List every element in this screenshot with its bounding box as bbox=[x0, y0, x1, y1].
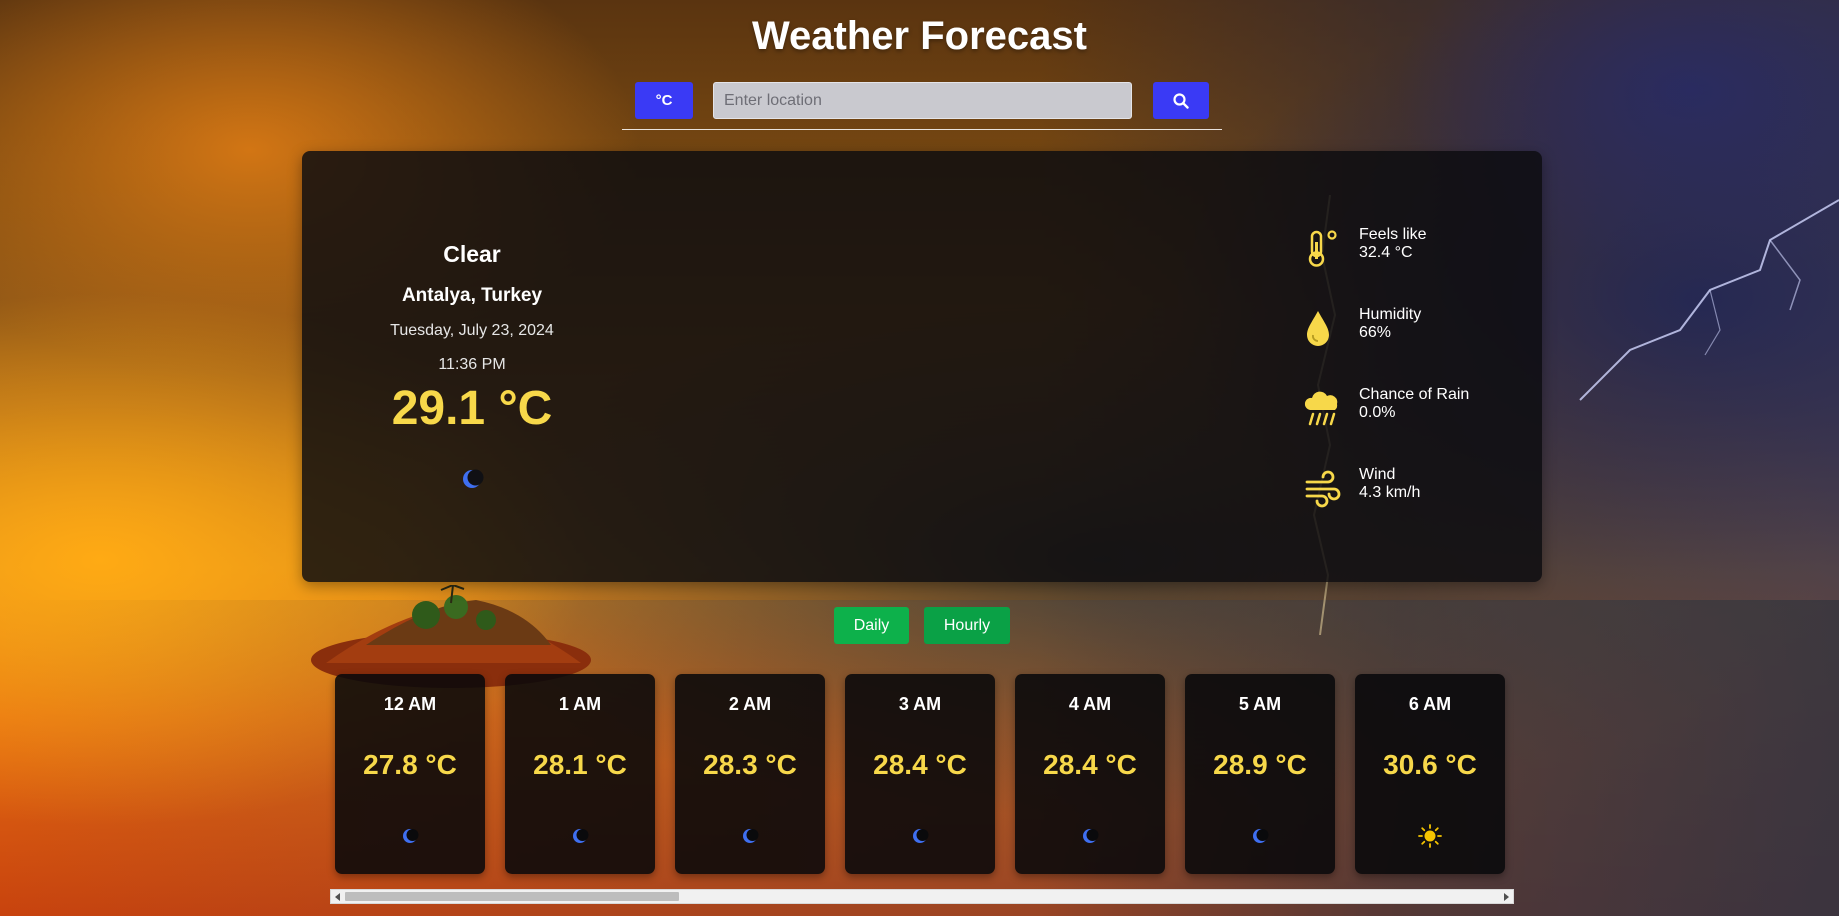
rain-cloud-icon bbox=[1304, 391, 1338, 426]
hour-label: 2 AM bbox=[728, 694, 772, 714]
moon-icon bbox=[463, 469, 484, 488]
hourly-card: 6 AM 30.6 °C bbox=[1355, 674, 1505, 874]
hour-label: 5 AM bbox=[1238, 694, 1282, 714]
hourly-forecast-button[interactable]: Hourly bbox=[924, 607, 1010, 644]
hourly-card: 3 AM 28.4 °C bbox=[845, 674, 995, 874]
detail-humidity: Humidity 66% bbox=[1304, 306, 1524, 356]
detail-value: 4.3 km/h bbox=[1359, 484, 1421, 501]
moon-icon bbox=[743, 829, 759, 843]
detail-value: 0.0% bbox=[1359, 404, 1396, 421]
detail-label: Wind bbox=[1359, 466, 1396, 483]
hourly-scrollbar[interactable] bbox=[330, 889, 1514, 904]
hour-temperature: 28.3 °C bbox=[703, 749, 797, 780]
current-time: 11:36 PM bbox=[438, 356, 506, 373]
moon-icon bbox=[403, 829, 419, 843]
hour-label: 6 AM bbox=[1408, 694, 1452, 714]
detail-label: Feels like bbox=[1359, 226, 1427, 243]
scroll-right-arrow-icon[interactable] bbox=[1499, 890, 1513, 903]
weather-condition: Clear bbox=[443, 241, 501, 267]
hour-label: 1 AM bbox=[558, 694, 602, 714]
hourly-card: 5 AM 28.9 °C bbox=[1185, 674, 1335, 874]
current-date: Tuesday, July 23, 2024 bbox=[390, 322, 554, 339]
hour-temperature: 28.9 °C bbox=[1213, 749, 1307, 780]
hourly-card: 1 AM 28.1 °C bbox=[505, 674, 655, 874]
hour-temperature: 27.8 °C bbox=[363, 749, 457, 780]
page-title: Weather Forecast bbox=[752, 14, 1087, 58]
droplet-icon bbox=[1307, 311, 1329, 346]
hour-temperature: 28.1 °C bbox=[533, 749, 627, 780]
hour-label: 4 AM bbox=[1068, 694, 1112, 714]
current-weather-card: Clear Antalya, Turkey Tuesday, July 23, … bbox=[302, 151, 1542, 582]
scroll-left-arrow-icon[interactable] bbox=[331, 890, 345, 903]
moon-icon bbox=[1253, 829, 1269, 843]
daily-forecast-button[interactable]: Daily bbox=[834, 607, 909, 644]
search-bar: °C bbox=[622, 82, 1222, 130]
hour-label: 3 AM bbox=[898, 694, 942, 714]
hourly-card: 12 AM 27.8 °C bbox=[335, 674, 485, 874]
hour-label: 12 AM bbox=[383, 694, 437, 714]
scrollbar-thumb[interactable] bbox=[345, 892, 679, 901]
moon-icon bbox=[573, 829, 589, 843]
detail-value: 32.4 °C bbox=[1359, 244, 1413, 261]
location-search-input[interactable] bbox=[713, 82, 1132, 119]
detail-wind: Wind 4.3 km/h bbox=[1304, 466, 1524, 516]
current-temperature: 29.1 °C bbox=[391, 382, 553, 435]
hourly-card: 4 AM 28.4 °C bbox=[1015, 674, 1165, 874]
wind-icon bbox=[1305, 470, 1341, 508]
detail-feels-like: Feels like 32.4 °C bbox=[1304, 226, 1524, 276]
unit-toggle-button[interactable]: °C bbox=[635, 82, 693, 119]
detail-label: Chance of Rain bbox=[1359, 386, 1470, 403]
location-name: Antalya, Turkey bbox=[401, 285, 543, 306]
hour-temperature: 28.4 °C bbox=[1043, 749, 1137, 780]
search-button[interactable] bbox=[1153, 82, 1209, 119]
hourly-forecast-list[interactable]: 12 AM 27.8 °C 1 AM 28.1 °C 2 AM 28.3 °C … bbox=[330, 674, 1520, 874]
thermometer-icon bbox=[1308, 230, 1337, 267]
hour-temperature: 28.4 °C bbox=[873, 749, 967, 780]
detail-label: Humidity bbox=[1359, 306, 1422, 323]
search-icon bbox=[1173, 92, 1189, 109]
sun-icon bbox=[1418, 824, 1442, 848]
hour-temperature: 30.6 °C bbox=[1383, 749, 1477, 780]
moon-icon bbox=[913, 829, 929, 843]
detail-chance-of-rain: Chance of Rain 0.0% bbox=[1304, 386, 1524, 436]
hourly-card: 2 AM 28.3 °C bbox=[675, 674, 825, 874]
moon-icon bbox=[1083, 829, 1099, 843]
detail-value: 66% bbox=[1359, 324, 1392, 341]
